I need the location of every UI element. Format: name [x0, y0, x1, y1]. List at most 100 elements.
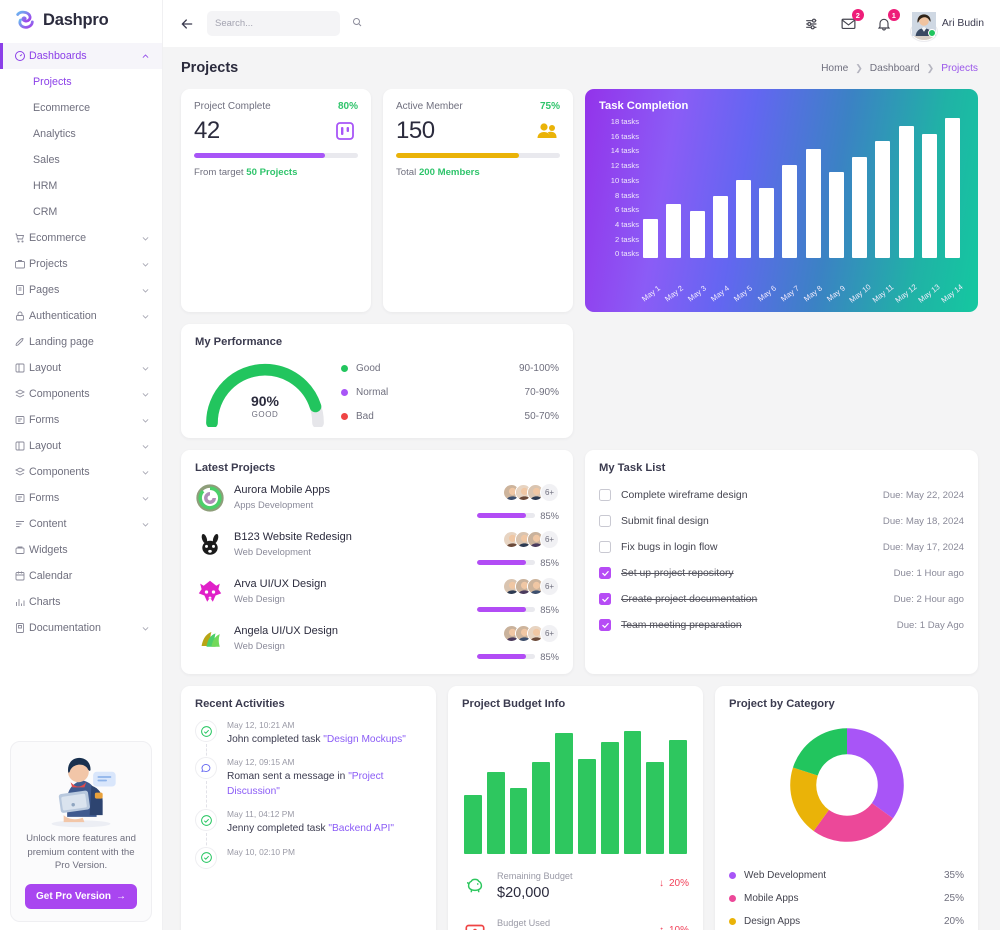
legend-label: Normal: [356, 387, 388, 398]
y-tick: 4 tasks: [599, 221, 639, 229]
latest-projects-list: Aurora Mobile AppsApps Development6+85% B…: [195, 483, 559, 662]
sidebar-item-ecommerce[interactable]: Ecommerce: [0, 225, 162, 251]
search-box[interactable]: [207, 11, 340, 36]
search-icon[interactable]: [351, 15, 363, 33]
timeline-connector: [206, 781, 207, 812]
stat-value: 150: [396, 117, 435, 145]
project-row[interactable]: Aurora Mobile AppsApps Development6+85%: [195, 483, 559, 521]
task-row[interactable]: Team meeting preparationDue: 1 Day Ago: [599, 612, 964, 638]
activity-highlight[interactable]: "Design Mockups": [323, 734, 406, 745]
stat-foot-value: 50 Projects: [246, 167, 297, 178]
gauge-percent: 90%: [195, 393, 335, 409]
chart-bar: [899, 126, 914, 258]
project-info: B123 Website RedesignWeb Development: [234, 530, 477, 557]
chart-bar-column: May 1: [639, 118, 662, 258]
task-row[interactable]: Set up project repositoryDue: 1 Hour ago: [599, 560, 964, 586]
project-progress: 85%: [477, 557, 559, 568]
task-row[interactable]: Fix bugs in login flowDue: May 17, 2024: [599, 534, 964, 560]
sidebar-item-label: Components: [29, 388, 138, 400]
sidebar-subitem-projects[interactable]: Projects: [0, 69, 162, 95]
member-avatars: 6+: [477, 483, 559, 502]
used-delta-value: 10%: [669, 925, 689, 930]
members-more-count[interactable]: 6+: [540, 483, 559, 502]
members-more-count[interactable]: 6+: [540, 624, 559, 643]
task-checkbox[interactable]: [599, 489, 611, 501]
sidebar-item-components-2[interactable]: Components: [0, 459, 162, 485]
sidebar-subitem-analytics[interactable]: Analytics: [0, 121, 162, 147]
sidebar-item-pages[interactable]: Pages: [0, 277, 162, 303]
sidebar-item-forms-1[interactable]: Forms: [0, 407, 162, 433]
budget-bar: [646, 762, 664, 854]
task-checkbox[interactable]: [599, 515, 611, 527]
task-row[interactable]: Submit final designDue: May 18, 2024: [599, 508, 964, 534]
get-pro-version-button[interactable]: Get Pro Version →: [25, 884, 137, 909]
chart-bar: [736, 180, 751, 258]
activity-highlight[interactable]: "Project Discussion": [227, 771, 384, 796]
task-checkbox[interactable]: [599, 593, 611, 605]
sidebar-subitem-crm[interactable]: CRM: [0, 199, 162, 225]
legend-item-good: Good 90-100%: [341, 356, 559, 380]
sidebar-subitem-hrm[interactable]: HRM: [0, 173, 162, 199]
sidebar-subitem-ecommerce[interactable]: Ecommerce: [0, 95, 162, 121]
pro-button-label: Get Pro Version: [36, 891, 111, 902]
bell-icon[interactable]: 1: [875, 14, 894, 33]
activity-highlight[interactable]: "Backend API": [328, 823, 394, 834]
sidebar-item-layout-1[interactable]: Layout: [0, 355, 162, 381]
breadcrumb-dashboard[interactable]: Dashboard: [870, 63, 920, 74]
sidebar-item-dashboards[interactable]: Dashboards: [0, 43, 162, 69]
sidebar-item-widgets[interactable]: Widgets: [0, 537, 162, 563]
task-checkbox[interactable]: [599, 567, 611, 579]
sidebar-item-documentation[interactable]: Documentation: [0, 615, 162, 641]
x-tick-label: May 5: [733, 284, 755, 304]
activity-time: May 11, 04:12 PM: [227, 809, 422, 819]
sidebar-item-projects[interactable]: Projects: [0, 251, 162, 277]
dashpro-logo-icon: [14, 9, 36, 31]
budget-bar: [487, 772, 505, 854]
task-due: Due: May 22, 2024: [883, 490, 964, 501]
sliders-icon[interactable]: [803, 14, 822, 33]
category-percent: 20%: [944, 916, 964, 927]
wolf-icon: [195, 577, 225, 607]
horse-icon: [195, 624, 225, 654]
breadcrumb-home[interactable]: Home: [821, 63, 848, 74]
sidebar-item-forms-2[interactable]: Forms: [0, 485, 162, 511]
category-legend: Web Development35%Mobile Apps25%Design A…: [729, 864, 964, 930]
sidebar-item-charts[interactable]: Charts: [0, 589, 162, 615]
stat-foot-value: 200 Members: [419, 167, 480, 178]
budget-bar: [464, 795, 482, 854]
brand-name: Dashpro: [43, 11, 109, 30]
chart-bar-column: May 7: [778, 118, 801, 258]
widgets-icon: [14, 544, 29, 556]
arrow-left-icon[interactable]: [177, 14, 197, 34]
sidebar-item-authentication[interactable]: Authentication: [0, 303, 162, 329]
brand[interactable]: Dashpro: [0, 0, 162, 40]
sidebar-subitem-sales[interactable]: Sales: [0, 147, 162, 173]
sidebar-item-content[interactable]: Content: [0, 511, 162, 537]
search-input[interactable]: [215, 18, 347, 29]
sidebar-nav: Dashboards Projects Ecommerce Analytics …: [0, 40, 162, 641]
task-checkbox[interactable]: [599, 619, 611, 631]
project-row[interactable]: Angela UI/UX DesignWeb Design6+85%: [195, 624, 559, 662]
members-more-count[interactable]: 6+: [540, 530, 559, 549]
activity-body: May 12, 10:21 AMJohn completed task "Des…: [227, 720, 422, 747]
project-meta: 6+ 85%: [477, 530, 559, 568]
chart-bar-column: May 11: [871, 118, 894, 258]
y-tick: 12 tasks: [599, 162, 639, 170]
legend-item-bad: Bad 50-70%: [341, 404, 559, 428]
sidebar-item-components-1[interactable]: Components: [0, 381, 162, 407]
project-row[interactable]: B123 Website RedesignWeb Development 6+ 85…: [195, 530, 559, 568]
project-row[interactable]: Arva UI/UX DesignWeb Design6+85%: [195, 577, 559, 615]
task-row[interactable]: Complete wireframe designDue: May 22, 20…: [599, 482, 964, 508]
user-menu[interactable]: Ari Budin: [911, 12, 984, 36]
sidebar-item-landing-page[interactable]: Landing page: [0, 329, 162, 355]
task-checkbox[interactable]: [599, 541, 611, 553]
task-row[interactable]: Create project documentationDue: 2 Hour …: [599, 586, 964, 612]
project-name: Angela UI/UX Design: [234, 625, 477, 637]
chart-bar-column: May 5: [732, 118, 755, 258]
form-icon: [14, 492, 29, 504]
members-more-count[interactable]: 6+: [540, 577, 559, 596]
chevron-down-icon: [138, 442, 150, 451]
sidebar-item-calendar[interactable]: Calendar: [0, 563, 162, 589]
sidebar-item-layout-2[interactable]: Layout: [0, 433, 162, 459]
envelope-icon[interactable]: 2: [839, 14, 858, 33]
